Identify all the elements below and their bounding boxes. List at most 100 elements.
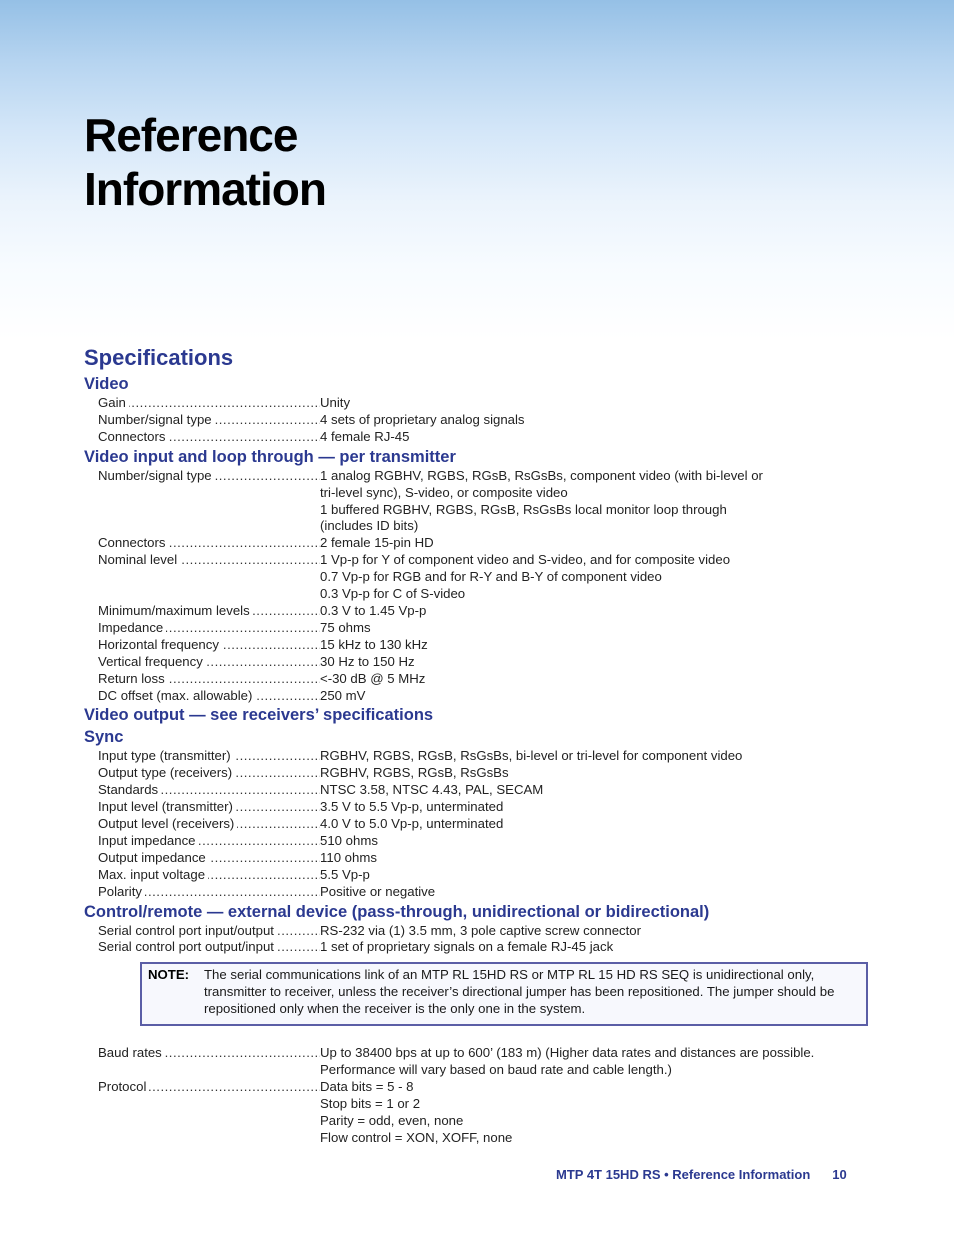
spec-row: Connectors 2 female 15-pin HD bbox=[84, 535, 884, 552]
spec-value: 4.0 V to 5.0 Vp-p, unterminated bbox=[320, 816, 884, 833]
spec-section: Video input and loop through — per trans… bbox=[84, 446, 884, 705]
specifications-heading: Specifications bbox=[84, 345, 234, 370]
spec-subheading: Video output — see receivers’ specificat… bbox=[84, 706, 434, 725]
specifications-content: Specifications VideoGainUnityNumber/sign… bbox=[84, 343, 884, 1147]
spec-label-text: Input type (transmitter) bbox=[98, 748, 234, 764]
spec-row: Input impedance 510 ohms bbox=[84, 832, 884, 850]
spec-subheading: Video input and loop through — per trans… bbox=[84, 447, 456, 466]
spec-label-text: Return loss bbox=[98, 670, 168, 686]
spec-value-line: RGBHV, RGBS, RGsB, RsGsBs bbox=[320, 765, 509, 781]
page-title: Reference Information bbox=[84, 108, 327, 216]
spec-section: Control/remote — external device (pass-t… bbox=[84, 901, 884, 1147]
spec-label-text: Output level (receivers) bbox=[98, 816, 238, 832]
spec-value-line: Parity = odd, even, none bbox=[320, 1112, 464, 1128]
note-label: NOTE: bbox=[148, 967, 190, 983]
spec-value: 15 kHz to 130 kHz bbox=[320, 637, 884, 654]
spec-row: Output impedance 110 ohms bbox=[84, 849, 884, 867]
spec-value-line: 0.3 V to 1.45 Vp-p bbox=[320, 602, 427, 618]
spec-label-text: Input level (transmitter) bbox=[98, 799, 236, 815]
spec-row: Gain Unity bbox=[84, 395, 884, 412]
spec-value: 1 analog RGBHV, RGBS, RGsB, RsGsBs, comp… bbox=[320, 468, 884, 536]
spec-label-text: Max. input voltage bbox=[98, 866, 209, 882]
note-text: The serial communications link of an MTP… bbox=[204, 967, 835, 1017]
spec-row: Nominal level 1 Vp-p for Y of component v… bbox=[84, 552, 884, 603]
spec-label-text: Horizontal frequency bbox=[98, 636, 222, 652]
spec-value: Unity bbox=[320, 395, 884, 412]
spec-label-text: Connectors bbox=[98, 535, 169, 551]
spec-label: Polarity bbox=[98, 883, 320, 901]
spec-value-line: 0.7 Vp-p for RGB and for R-Y and B-Y of … bbox=[320, 569, 662, 585]
spec-list: Gain Unity Number/signal type 4 sets of pro… bbox=[84, 395, 884, 446]
spec-value-line: 1 buffered RGBHV, RGBS, RGsB, RsGsBs loc… bbox=[320, 501, 727, 517]
spec-value-line: (includes ID bits) bbox=[320, 518, 419, 534]
spec-label: Output level (receivers) bbox=[98, 816, 320, 833]
spec-section: Video Gain Unity Number/signal type 4 sets o… bbox=[84, 373, 884, 446]
spec-value-line: Positive or negative bbox=[320, 883, 436, 899]
spec-value-line: RS-232 via (1) 3.5 mm, 3 pole captive sc… bbox=[320, 922, 642, 938]
spec-label: Output impedance bbox=[98, 849, 320, 867]
spec-value: 1 Vp-p for Y of component video and S-vi… bbox=[320, 552, 884, 603]
spec-value-line: <-30 dB @ 5 MHz bbox=[320, 670, 426, 686]
spec-row: Protocol Data bits = 5 - 8Stop bits = 1 o… bbox=[84, 1078, 884, 1147]
spec-label-text: DC offset (max. allowable) bbox=[98, 687, 256, 703]
spec-label-text: Polarity bbox=[98, 883, 145, 899]
spec-value-line: 1 set of proprietary signals on a female… bbox=[320, 939, 614, 955]
spec-label-text: Standards bbox=[98, 782, 162, 798]
spec-section: Video output — see receivers’ specificat… bbox=[84, 704, 884, 726]
spec-row: Connectors 4 female RJ-45 bbox=[84, 428, 884, 446]
spec-label-text: Number/signal type bbox=[98, 411, 215, 427]
spec-value-line: Unity bbox=[320, 395, 351, 410]
spec-label: Input type (transmitter) bbox=[98, 748, 320, 765]
spec-value-line: 30 Hz to 150 Hz bbox=[320, 653, 415, 669]
spec-value-line: 4 female RJ-45 bbox=[320, 428, 410, 444]
spec-label: DC offset (max. allowable) bbox=[98, 687, 320, 705]
spec-value-line: 1 analog RGBHV, RGBS, RGsB, RsGsBs, comp… bbox=[320, 467, 763, 483]
spec-label: Baud rates bbox=[98, 1045, 320, 1079]
spec-row: Return loss <-30 dB @ 5 MHz bbox=[84, 670, 884, 688]
spec-value-line: 4.0 V to 5.0 Vp-p, unterminated bbox=[320, 816, 504, 832]
spec-value-line: 110 ohms bbox=[320, 849, 377, 865]
spec-list: Number/signal type 1 analog RGBHV, RGBS, … bbox=[84, 467, 884, 705]
spec-value-line: Data bits = 5 - 8 bbox=[320, 1078, 414, 1094]
spec-value: 0.3 V to 1.45 Vp-p bbox=[320, 603, 884, 620]
spec-label-text: Output impedance bbox=[98, 849, 209, 865]
page-title-line2: Information bbox=[84, 163, 327, 215]
spec-value-line: 1 Vp-p for Y of component video and S-vi… bbox=[320, 552, 731, 568]
spec-label-text: Baud rates bbox=[98, 1045, 165, 1061]
spec-label: Number/signal type bbox=[98, 411, 320, 429]
spec-value-line: Performance will vary based on baud rate… bbox=[320, 1062, 672, 1077]
spec-value-line: tri-level sync), S-video, or composite v… bbox=[320, 484, 568, 500]
spec-list-after-note: Baud rates Up to 38400 bps at up to 600’ … bbox=[84, 1045, 884, 1146]
spec-row: Horizontal frequency 15 kHz to 130 kHz bbox=[84, 636, 884, 654]
spec-value: 1 set of proprietary signals on a female… bbox=[320, 939, 884, 956]
spec-label: Max. input voltage bbox=[98, 866, 320, 884]
spec-value: 5.5 Vp-p bbox=[320, 867, 884, 884]
spec-label: Connectors bbox=[98, 535, 320, 552]
spec-value-line: Up to 38400 bps at up to 600’ (183 m) (H… bbox=[320, 1045, 815, 1061]
spec-row: Input type (transmitter) RGBHV, RGBS, RGs… bbox=[84, 748, 884, 765]
spec-value: 510 ohms bbox=[320, 833, 884, 850]
spec-row: Number/signal type 4 sets of proprietary … bbox=[84, 411, 884, 429]
spec-section: SyncInput type (transmitter) RGBHV, RGBS,… bbox=[84, 726, 884, 900]
spec-label: Horizontal frequency bbox=[98, 636, 320, 654]
spec-label-text: Protocol bbox=[98, 1078, 150, 1094]
spec-row: Standards NTSC 3.58, NTSC 4.43, PAL, SECA… bbox=[84, 782, 884, 799]
spec-label-text: Minimum/maximum levels bbox=[98, 602, 253, 618]
spec-label-text: Connectors bbox=[98, 428, 169, 444]
spec-value: Up to 38400 bps at up to 600’ (183 m) (H… bbox=[320, 1045, 884, 1079]
spec-value: 110 ohms bbox=[320, 850, 884, 867]
spec-value: 3.5 V to 5.5 Vp-p, unterminated bbox=[320, 799, 884, 816]
spec-row: Impedance 75 ohms bbox=[84, 619, 884, 637]
spec-label-text: Impedance bbox=[98, 619, 167, 635]
spec-value-line: NTSC 3.58, NTSC 4.43, PAL, SECAM bbox=[320, 782, 544, 798]
spec-value: 4 sets of proprietary analog signals bbox=[320, 412, 884, 429]
spec-label-text: Nominal level bbox=[98, 552, 181, 568]
spec-row: DC offset (max. allowable) 250 mV bbox=[84, 687, 884, 705]
spec-value-line: 4 sets of proprietary analog signals bbox=[320, 411, 525, 427]
spec-label: Vertical frequency bbox=[98, 653, 320, 671]
spec-label: Serial control port output/input bbox=[98, 939, 320, 956]
spec-label: Minimum/maximum levels bbox=[98, 602, 320, 620]
spec-label: Gain bbox=[98, 395, 320, 412]
spec-value-line: 0.3 Vp-p for C of S-video bbox=[320, 586, 466, 602]
spec-value-line: 250 mV bbox=[320, 687, 366, 703]
